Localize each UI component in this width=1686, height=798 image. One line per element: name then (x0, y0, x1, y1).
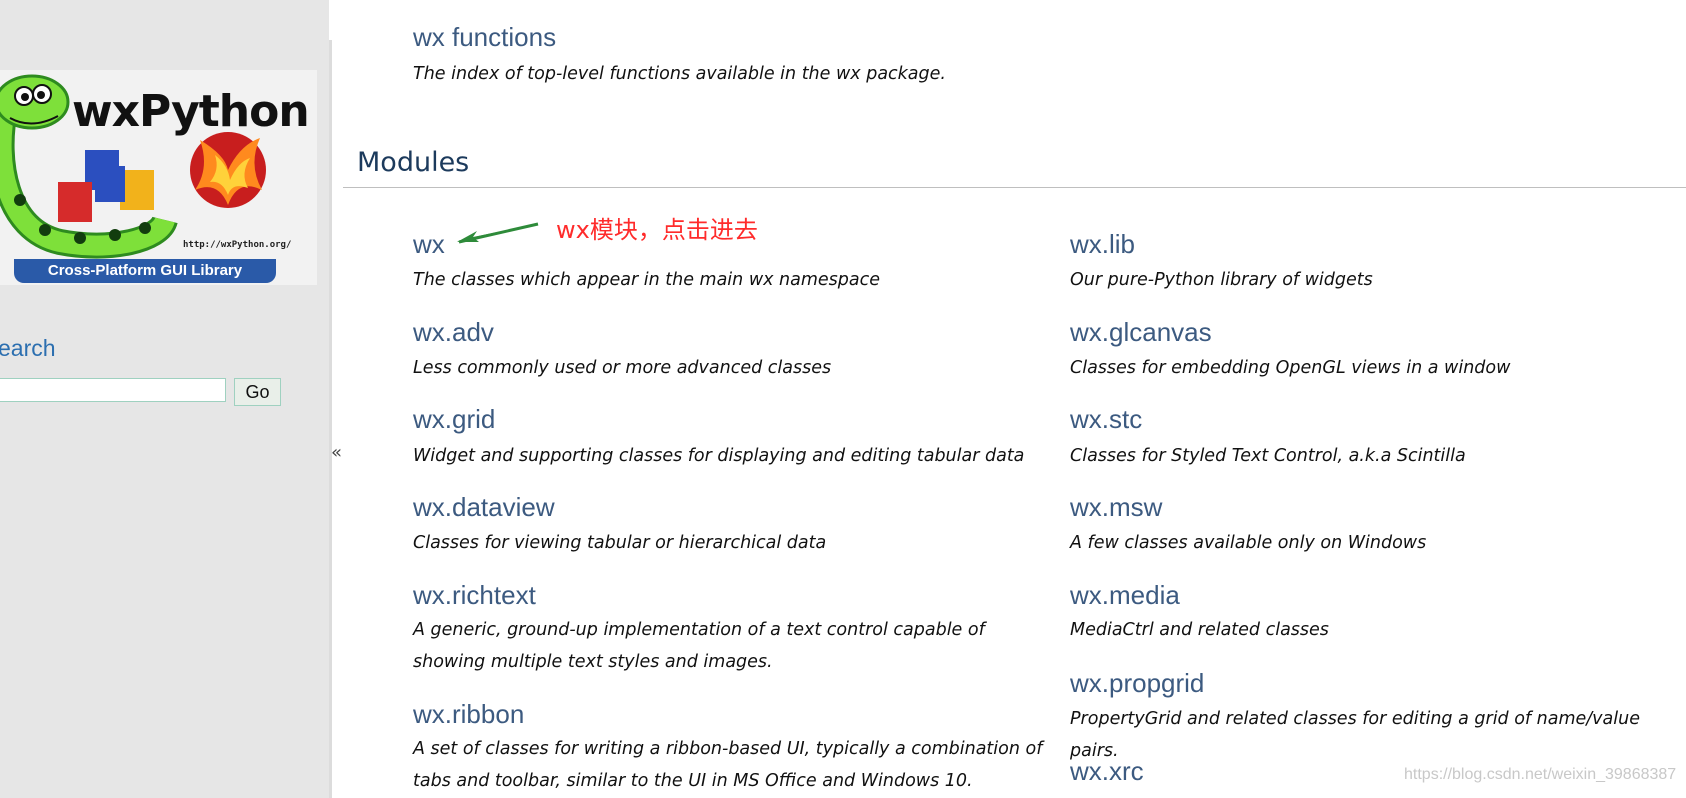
module-desc: Classes for viewing tabular or hierarchi… (413, 533, 827, 553)
module-desc: Classes for embedding OpenGL views in a … (1070, 358, 1511, 378)
module-desc: A few classes available only on Windows (1070, 533, 1427, 553)
watermark: https://blog.csdn.net/weixin_39868387 (1404, 766, 1677, 783)
go-button[interactable]: Go (234, 378, 281, 406)
module-desc: Less commonly used or more advanced clas… (413, 358, 832, 378)
module-link-wx-glcanvas[interactable]: wx.glcanvas (1070, 317, 1212, 348)
section-divider (343, 187, 1686, 188)
logo-title: wxPython (72, 86, 310, 137)
module-desc: The classes which appear in the main wx … (413, 270, 881, 290)
module-desc: MediaCtrl and related classes (1070, 620, 1329, 640)
module-desc: Widget and supporting classes for displa… (413, 446, 1025, 466)
wx-functions-link[interactable]: wx functions (413, 22, 556, 53)
search-input[interactable] (0, 378, 226, 402)
module-link-wx-stc[interactable]: wx.stc (1070, 404, 1142, 435)
module-link-wx[interactable]: wx (413, 229, 445, 260)
module-link-wx-media[interactable]: wx.media (1070, 580, 1180, 611)
module-link-wx-ribbon[interactable]: wx.ribbon (413, 699, 524, 730)
annotation-label: wx模块，点击进去 (556, 216, 758, 244)
module-link-wx-msw[interactable]: wx.msw (1070, 492, 1162, 523)
logo-tagline: Cross-Platform GUI Library (14, 259, 276, 283)
module-desc: PropertyGrid and related classes for edi… (1070, 709, 1640, 761)
annotation-arrow-icon (457, 222, 539, 244)
module-link-wx-richtext[interactable]: wx.richtext (413, 580, 536, 611)
module-desc: A set of classes for writing a ribbon-ba… (413, 739, 1043, 791)
module-link-wx-grid[interactable]: wx.grid (413, 404, 495, 435)
module-desc: Our pure-Python library of widgets (1070, 270, 1373, 290)
sidebar: wxPython http://wxPython.org/ Cross-Plat… (0, 0, 329, 798)
logo-url: http://wxPython.org/ (183, 240, 292, 250)
collapse-sidebar-button[interactable]: « (331, 442, 342, 463)
module-link-wx-adv[interactable]: wx.adv (413, 317, 494, 348)
module-link-wx-propgrid[interactable]: wx.propgrid (1070, 668, 1204, 699)
search-label: earch (0, 335, 56, 361)
wx-functions-desc: The index of top-level functions availab… (413, 64, 946, 84)
modules-heading: Modules (357, 147, 470, 178)
module-link-wx-dataview[interactable]: wx.dataview (413, 492, 555, 523)
sidebar-divider (329, 40, 332, 798)
module-link-wx-xrc[interactable]: wx.xrc (1070, 756, 1144, 787)
module-desc: A generic, ground-up implementation of a… (413, 620, 985, 672)
module-desc: Classes for Styled Text Control, a.k.a S… (1070, 446, 1466, 466)
module-link-wx-lib[interactable]: wx.lib (1070, 229, 1135, 260)
wxpython-logo[interactable]: wxPython http://wxPython.org/ Cross-Plat… (0, 70, 317, 285)
